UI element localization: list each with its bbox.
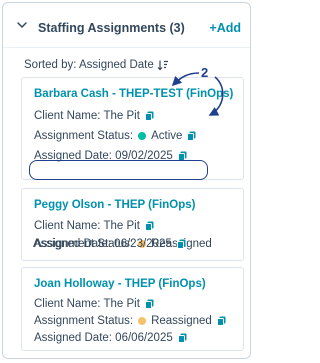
client-row: Client Name: The Pit xyxy=(34,298,154,310)
assignment-card: Barbara Cash - THEP-TEST (FinOps) Client… xyxy=(21,77,244,180)
status-label: Assignment Status: xyxy=(34,315,134,327)
panel-header[interactable]: Staffing Assignments (3) +Add xyxy=(3,3,250,47)
client-label: Client Name: The Pit xyxy=(34,298,140,310)
status-value: Active xyxy=(151,130,183,142)
date-label: Assigned Date: 06/23/2025 xyxy=(33,238,172,250)
chevron-down-icon[interactable] xyxy=(16,20,28,30)
copy-icon[interactable] xyxy=(177,151,187,161)
assignment-card: Joan Holloway - THEP (FinOps) Client Nam… xyxy=(21,267,244,351)
client-row: Client Name: The Pit xyxy=(34,220,154,232)
copy-icon[interactable] xyxy=(216,316,226,326)
sort-label: Sorted by: Assigned Date xyxy=(24,59,154,71)
copy-icon[interactable] xyxy=(144,221,154,231)
copy-icon[interactable] xyxy=(144,299,154,309)
status-row: Assignment Status: Active xyxy=(34,130,196,142)
status-row: Assignment Status: Reassigned xyxy=(34,315,226,327)
annotation-callout-number: 2 xyxy=(201,65,209,80)
assignment-title-link[interactable]: Barbara Cash - THEP-TEST (FinOps) xyxy=(34,88,233,100)
copy-icon[interactable] xyxy=(177,333,187,343)
add-assignment-button[interactable]: +Add xyxy=(209,21,241,35)
status-value: Reassigned xyxy=(151,315,212,327)
date-row: Assigned Date: 06/23/2025 xyxy=(33,238,186,250)
assignment-title-link[interactable]: Peggy Olson - THEP (FinOps) xyxy=(34,199,195,211)
staffing-assignments-panel: Staffing Assignments (3) +Add Sorted by:… xyxy=(2,2,251,359)
date-label: Assigned Date: 09/02/2025 xyxy=(34,150,173,162)
sort-control[interactable]: Sorted by: Assigned Date xyxy=(24,59,169,71)
copy-icon[interactable] xyxy=(144,111,154,121)
status-dot-active xyxy=(138,132,147,140)
client-row: Client Name: The Pit xyxy=(34,110,154,122)
status-label: Assignment Status: xyxy=(34,130,134,142)
header-divider xyxy=(3,47,250,48)
assignment-card: Peggy Olson - THEP (FinOps) Client Name:… xyxy=(21,188,244,261)
date-label: Assigned Date: 06/06/2025 xyxy=(34,332,173,344)
date-row: Assigned Date: 06/06/2025 xyxy=(34,332,187,344)
assignment-title-link[interactable]: Joan Holloway - THEP (FinOps) xyxy=(34,278,206,290)
copy-icon[interactable] xyxy=(176,239,186,249)
date-row: Assigned Date: 09/02/2025 xyxy=(34,150,187,162)
status-dot-reassigned xyxy=(138,317,147,325)
client-label: Client Name: The Pit xyxy=(34,220,140,232)
copy-icon[interactable] xyxy=(187,131,196,141)
sort-descending-icon[interactable] xyxy=(157,59,169,71)
panel-title: Staffing Assignments (3) xyxy=(38,21,185,35)
client-label: Client Name: The Pit xyxy=(34,110,140,122)
